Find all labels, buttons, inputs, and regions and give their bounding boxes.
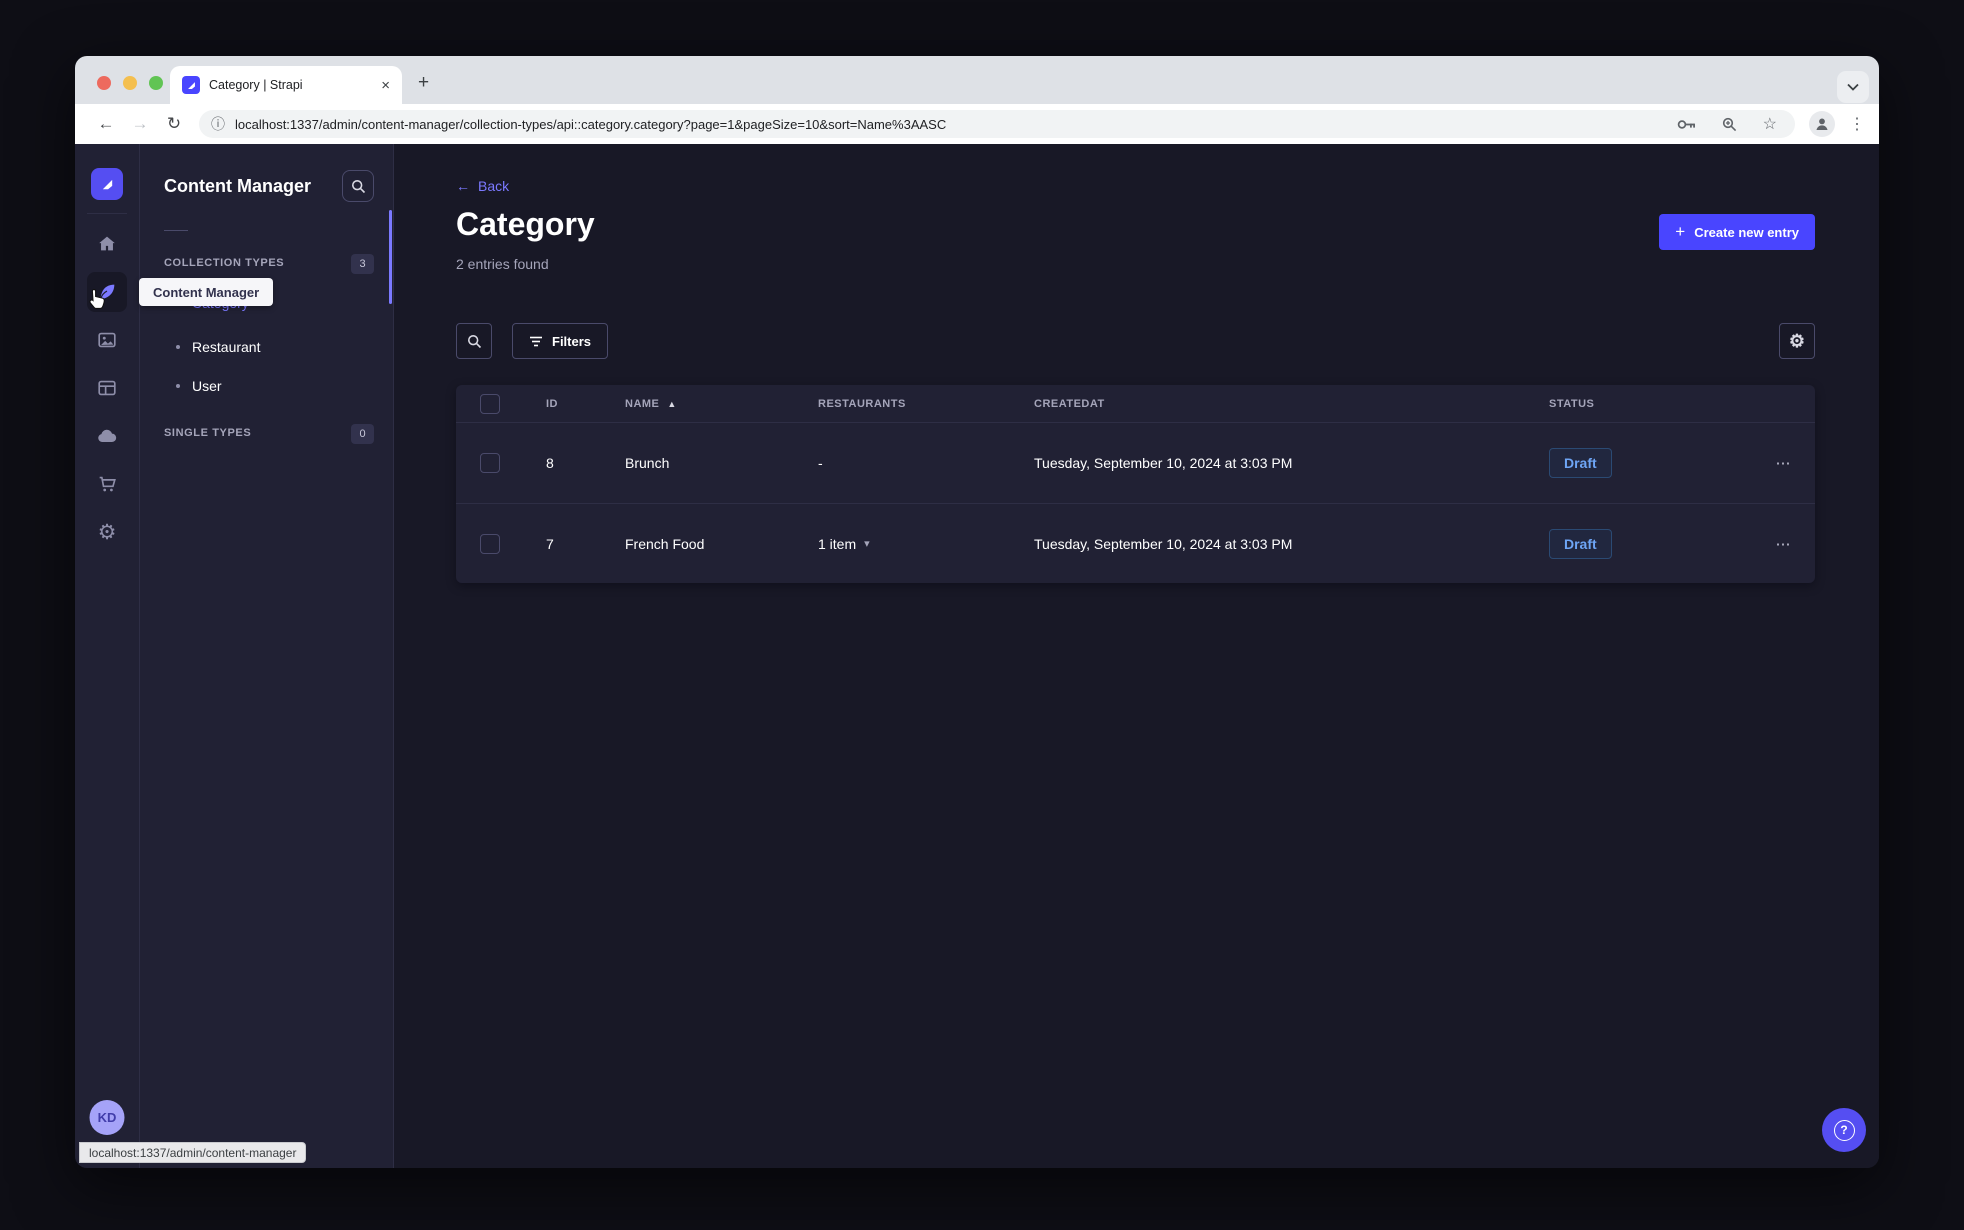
subnav-search-button[interactable] <box>342 170 374 202</box>
main-content: ← Back Category 2 entries found + Create… <box>394 144 1879 1168</box>
home-icon[interactable] <box>87 224 127 264</box>
subnav-item-user[interactable]: User <box>176 378 222 394</box>
table-row[interactable]: 7 French Food 1 item ▾ Tuesday, Septembe… <box>456 503 1815 583</box>
bullet-icon <box>176 384 180 388</box>
row-actions-menu[interactable]: ⋯ <box>1752 454 1815 472</box>
minimize-window-button[interactable] <box>123 76 137 90</box>
cell-restaurants[interactable]: 1 item ▾ <box>818 536 1034 552</box>
maximize-window-button[interactable] <box>149 76 163 90</box>
strapi-logo[interactable] <box>91 168 123 200</box>
browser-reload-icon[interactable]: ↻ <box>157 114 191 134</box>
browser-tab[interactable]: Category | Strapi × <box>170 66 402 104</box>
site-info-icon[interactable]: ⓘ <box>211 114 225 134</box>
table-search-button[interactable] <box>456 323 492 359</box>
cell-restaurants: - <box>818 455 823 471</box>
plus-icon: + <box>1675 222 1686 241</box>
gear-icon: ⚙ <box>1788 330 1806 351</box>
cell-name: Brunch <box>625 455 670 471</box>
nav-divider <box>87 213 127 214</box>
strapi-app: ⚙ KD Content Manager COLLECTION TYPES 3 … <box>75 144 1879 1168</box>
url-text[interactable]: localhost:1337/admin/content-manager/col… <box>235 117 1651 132</box>
tab-close-icon[interactable]: × <box>381 78 390 93</box>
strapi-favicon <box>182 76 200 94</box>
sort-ascending-icon: ▲ <box>667 398 677 409</box>
close-window-button[interactable] <box>97 76 111 90</box>
filters-button[interactable]: Filters <box>512 323 609 359</box>
caret-down-icon: ▾ <box>864 538 870 550</box>
single-types-count-badge: 0 <box>351 424 374 444</box>
entries-count: 2 entries found <box>456 256 549 272</box>
cell-id: 7 <box>546 535 554 552</box>
browser-menu-icon[interactable]: ⋮ <box>1849 114 1865 134</box>
zoom-magnifier-icon[interactable] <box>1722 117 1737 132</box>
header-id[interactable]: ID <box>546 398 625 410</box>
entries-table: ID NAME ▲ RESTAURANTS CREATEDAT STATUS 8… <box>456 385 1815 583</box>
settings-gear-icon[interactable]: ⚙ <box>87 512 127 552</box>
table-settings-button[interactable]: ⚙ <box>1779 323 1815 359</box>
subnav-title: Content Manager <box>164 176 312 196</box>
header-restaurants[interactable]: RESTAURANTS <box>818 398 1034 410</box>
filter-icon <box>530 336 542 346</box>
create-new-entry-button[interactable]: + Create new entry <box>1659 214 1815 250</box>
content-type-builder-icon[interactable] <box>87 368 127 408</box>
browser-window: Category | Strapi × + ← → ↻ ⓘ localhost:… <box>75 56 1879 1168</box>
media-library-icon[interactable] <box>87 320 127 360</box>
browser-back-icon[interactable]: ← <box>89 114 123 134</box>
window-controls <box>97 76 163 90</box>
select-all-checkbox[interactable] <box>480 393 500 414</box>
bullet-icon <box>176 345 180 349</box>
header-name[interactable]: NAME ▲ <box>625 398 818 410</box>
tab-title: Category | Strapi <box>209 78 303 92</box>
row-checkbox[interactable] <box>480 453 500 473</box>
subnav-scroll-indicator[interactable] <box>389 210 392 304</box>
browser-toolbar: ← → ↻ ⓘ localhost:1337/admin/content-man… <box>75 104 1879 144</box>
cell-createdat: Tuesday, September 10, 2024 at 3:03 PM <box>1034 535 1293 552</box>
collection-types-label: COLLECTION TYPES <box>164 257 285 269</box>
back-link[interactable]: ← Back <box>456 178 509 194</box>
address-bar[interactable]: ⓘ localhost:1337/admin/content-manager/c… <box>199 110 1795 138</box>
row-actions-menu[interactable]: ⋯ <box>1752 535 1815 553</box>
bookmark-star-icon[interactable]: ☆ <box>1763 114 1777 134</box>
table-row[interactable]: 8 Brunch - Tuesday, September 10, 2024 a… <box>456 423 1815 503</box>
content-manager-tooltip: Content Manager <box>139 278 274 306</box>
header-createdat[interactable]: CREATEDAT <box>1034 398 1549 410</box>
mouse-cursor <box>87 287 109 316</box>
chrome-controls: ⋮ <box>1809 111 1865 137</box>
browser-profile-icon[interactable] <box>1809 111 1835 137</box>
help-button[interactable]: ? <box>1822 1108 1866 1152</box>
tab-strip: Category | Strapi × + <box>75 56 1879 104</box>
marketplace-cart-icon[interactable] <box>87 464 127 504</box>
row-checkbox[interactable] <box>480 533 500 554</box>
page-title: Category <box>456 206 595 242</box>
cell-name: French Food <box>625 535 705 552</box>
status-badge: Draft <box>1549 528 1612 559</box>
user-avatar[interactable]: KD <box>89 1100 125 1135</box>
question-mark-icon: ? <box>1833 1119 1855 1141</box>
browser-forward-icon[interactable]: → <box>123 114 157 134</box>
table-header-row: ID NAME ▲ RESTAURANTS CREATEDAT STATUS <box>456 385 1815 423</box>
cell-id: 8 <box>546 455 554 471</box>
single-types-label: SINGLE TYPES <box>164 427 252 439</box>
new-tab-button[interactable]: + <box>418 73 429 92</box>
password-key-icon[interactable] <box>1677 119 1696 130</box>
cell-createdat: Tuesday, September 10, 2024 at 3:03 PM <box>1034 455 1293 471</box>
back-arrow-icon: ← <box>456 178 470 194</box>
collection-types-count-badge: 3 <box>351 254 374 274</box>
cloud-icon[interactable] <box>87 416 127 456</box>
header-status[interactable]: STATUS <box>1549 398 1752 410</box>
tab-search-chevron-icon[interactable] <box>1837 71 1869 103</box>
subnav-item-restaurant[interactable]: Restaurant <box>176 339 260 355</box>
subnav-divider <box>164 230 188 231</box>
status-badge: Draft <box>1549 448 1612 478</box>
browser-status-bar: localhost:1337/admin/content-manager <box>79 1142 307 1163</box>
